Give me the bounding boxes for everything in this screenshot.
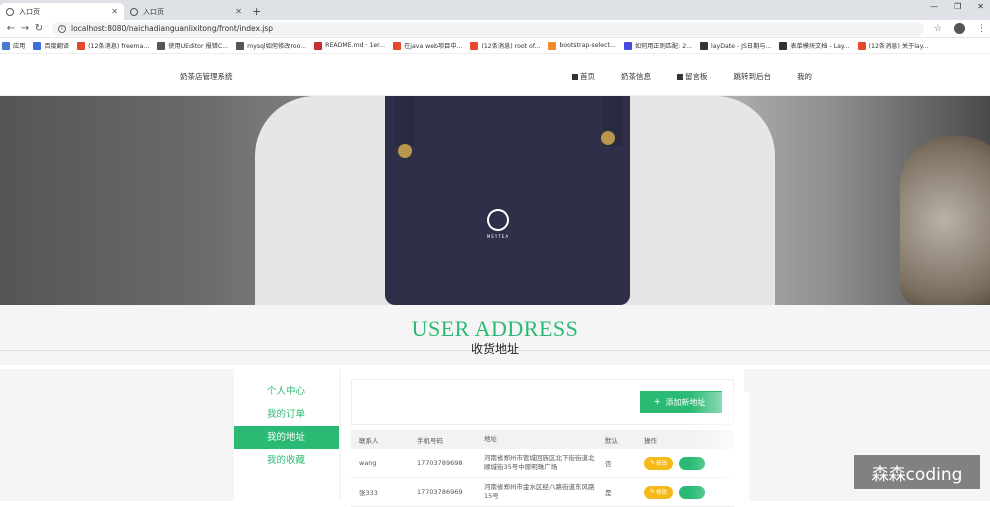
- column-header: 地址: [484, 435, 497, 443]
- phone-number: 17703786969: [417, 488, 463, 496]
- bookmark-icon: [700, 41, 709, 50]
- browser-tab-active[interactable]: 入口页 ✕: [0, 3, 124, 20]
- address-text: 河南省郑州市金水区经八路街道东风路15号: [484, 483, 595, 500]
- bookmark-item[interactable]: 百度翻译: [33, 41, 69, 50]
- address-bar: ← → ↻ i localhost:8080/naichadianguanlix…: [0, 20, 990, 38]
- url-text: localhost:8080/naichadianguanlixitong/fr…: [71, 24, 274, 33]
- sidebar-item-address[interactable]: 我的地址: [234, 426, 339, 449]
- column-header: 联系人: [359, 436, 379, 445]
- tab-label: 入口页: [19, 7, 40, 16]
- section-title-en: USER ADDRESS: [411, 316, 579, 341]
- table-row: 张333 17703786969 河南省郑州市金水区经八路街道东风路15号 是 …: [351, 478, 734, 507]
- bookmark-item[interactable]: bootstrap-select...: [548, 41, 616, 50]
- fade-overlay: [690, 392, 750, 501]
- back-icon[interactable]: ←: [4, 23, 18, 34]
- hero-apron: [385, 96, 630, 305]
- main-menu: 首页 奶茶信息 留言板 跳转到后台 我的: [572, 71, 812, 82]
- watermark: 森森coding: [854, 455, 980, 489]
- more-menu-icon[interactable]: ⋮: [977, 24, 986, 34]
- bookmark-item[interactable]: (12条消息) freema...: [77, 41, 149, 50]
- bookmark-item[interactable]: 应用: [2, 41, 25, 50]
- bookmark-icon: [623, 41, 632, 50]
- bookmark-icon: [857, 41, 866, 50]
- column-header: 默认: [605, 436, 618, 445]
- bookmark-icon: [2, 41, 10, 50]
- globe-icon: [6, 7, 14, 16]
- bookmark-icon: [779, 41, 788, 50]
- menu-item-admin[interactable]: 跳转到后台: [734, 71, 772, 82]
- column-header: 手机号码: [417, 436, 443, 445]
- contact-name: 张333: [359, 489, 378, 497]
- edit-button[interactable]: ✎ 修改: [644, 485, 674, 499]
- bookmark-item[interactable]: 如何用正则匹配: 2...: [623, 41, 692, 50]
- apron-button: [398, 144, 412, 158]
- address-table: 联系人 手机号码 地址 默认 操作 wang 17703789698 河南省郑州…: [351, 430, 734, 507]
- site-header: 奶茶店管理系统 首页 奶茶信息 留言板 跳转到后台 我的: [0, 54, 990, 96]
- menu-item-tea-info[interactable]: 奶茶信息: [621, 71, 651, 82]
- sidebar-item-orders[interactable]: 我的订单: [234, 403, 339, 426]
- apron-strap: [395, 96, 415, 146]
- forward-icon[interactable]: →: [18, 23, 32, 34]
- url-field[interactable]: i localhost:8080/naichadianguanlixitong/…: [52, 21, 924, 36]
- bookmark-item[interactable]: (12条消息) root of...: [470, 41, 540, 50]
- profile-avatar-icon[interactable]: [954, 23, 965, 34]
- phone-number: 17703789698: [417, 459, 463, 467]
- content-area: 个人中心 我的订单 我的地址 我的收藏 + 添加新地址 联系人 手机号码 地址 …: [0, 369, 990, 507]
- close-window-icon[interactable]: ✕: [977, 2, 984, 11]
- close-icon[interactable]: ✕: [111, 7, 118, 16]
- address-text: 河南省郑州市管城回族区北下街街道北顺城街35号中原明珠广场: [484, 454, 595, 471]
- bookmark-icon: [393, 41, 402, 50]
- bookmark-icon: [33, 41, 42, 50]
- bookmark-icon: [548, 41, 557, 50]
- bookmark-item[interactable]: mysql如何修改roo...: [236, 41, 306, 50]
- globe-icon: [130, 7, 138, 16]
- tab-label: 入口页: [143, 7, 164, 16]
- contact-name: wang: [359, 459, 377, 467]
- default-flag: 是: [605, 489, 612, 497]
- bookmark-item[interactable]: 使用UEditor 报错C...: [157, 41, 228, 50]
- bookmark-icon: [157, 41, 166, 50]
- hero-jar: [900, 136, 990, 305]
- menu-item-home[interactable]: 首页: [572, 71, 595, 82]
- bookmark-icon: [236, 41, 245, 50]
- sidebar-item-favorites[interactable]: 我的收藏: [234, 449, 339, 472]
- bookmark-icon: [77, 41, 86, 50]
- home-icon: [572, 73, 578, 80]
- brand-logo-icon: MEYTEA: [478, 205, 518, 249]
- sidebar-item-profile[interactable]: 个人中心: [234, 380, 339, 403]
- plus-icon: +: [654, 396, 661, 408]
- site-brand[interactable]: 奶茶店管理系统: [180, 71, 233, 82]
- bookmark-item[interactable]: layDate - JS日期与...: [700, 41, 771, 50]
- table-row: wang 17703789698 河南省郑州市管城回族区北下街街道北顺城街35号…: [351, 449, 734, 478]
- minimize-icon[interactable]: —: [930, 2, 938, 11]
- apron-button: [601, 131, 615, 145]
- section-title-cn: 收货地址: [470, 342, 519, 356]
- close-icon[interactable]: ✕: [235, 7, 242, 16]
- browser-tab[interactable]: 入口页 ✕: [124, 3, 248, 20]
- star-icon[interactable]: ☆: [934, 24, 942, 34]
- section-header: USER ADDRESS 收货地址: [0, 305, 990, 365]
- bookmark-item[interactable]: README.md · 1er...: [314, 41, 385, 50]
- menu-item-message-board[interactable]: 留言板: [677, 71, 708, 82]
- bookmark-icon: [314, 41, 323, 50]
- bookmark-item[interactable]: 在java web项目中...: [393, 41, 462, 50]
- table-header: 联系人 手机号码 地址 默认 操作: [351, 430, 734, 449]
- bookmark-item[interactable]: (12条消息) 关于lay...: [857, 41, 928, 50]
- browser-tab-bar: 入口页 ✕ 入口页 ✕ + — ❐ ✕: [0, 0, 990, 20]
- window-controls: — ❐ ✕: [930, 2, 984, 11]
- message-icon: [677, 73, 683, 80]
- address-panel: + 添加新地址 联系人 手机号码 地址 默认 操作 wang 177037896…: [341, 369, 744, 507]
- bookmarks-bar: 应用 百度翻译 (12条消息) freema... 使用UEditor 报错C... m…: [0, 38, 990, 54]
- info-icon[interactable]: i: [58, 24, 66, 33]
- edit-button[interactable]: ✎ 修改: [644, 456, 674, 470]
- hero-banner: MEYTEA: [0, 96, 990, 305]
- default-flag: 否: [605, 460, 612, 468]
- bookmark-item[interactable]: 表单模块文档 - Lay...: [779, 41, 850, 50]
- bookmark-icon: [470, 41, 479, 50]
- reload-icon[interactable]: ↻: [32, 23, 46, 34]
- new-tab-button[interactable]: +: [252, 3, 261, 20]
- maximize-icon[interactable]: ❐: [954, 2, 961, 11]
- user-sidebar: 个人中心 我的订单 我的地址 我的收藏: [234, 369, 339, 501]
- menu-item-mine[interactable]: 我的: [797, 71, 812, 82]
